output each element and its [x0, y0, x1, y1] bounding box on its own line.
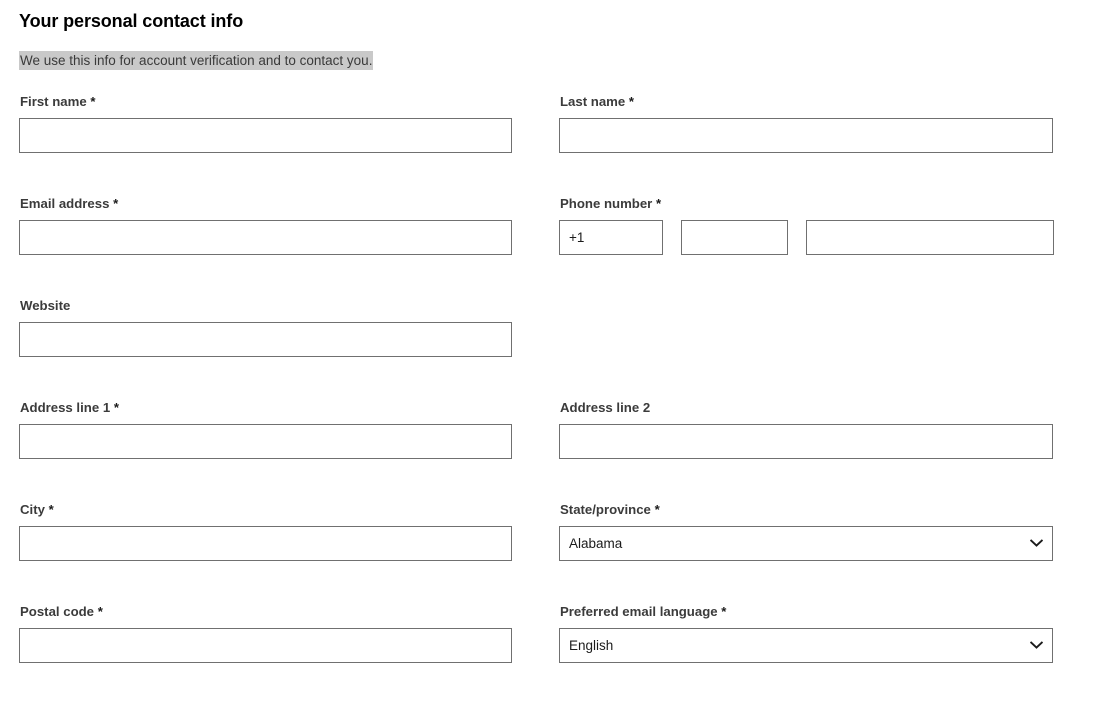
field-email-address-label: Email address *	[20, 195, 512, 212]
field-city-label: City *	[20, 501, 512, 518]
state-province-select[interactable]: Alabama	[559, 526, 1053, 561]
email-address-input[interactable]	[19, 220, 512, 255]
contact-info-form: Your personal contact info We use this i…	[0, 0, 1099, 713]
field-city-label-text: City	[20, 502, 45, 517]
required-asterisk: *	[656, 196, 662, 211]
field-first-name: First name *	[19, 93, 512, 153]
website-input[interactable]	[19, 322, 512, 357]
phone-number-group	[559, 220, 1054, 255]
field-postal-code: Postal code *	[19, 603, 512, 663]
field-website-label-text: Website	[20, 298, 71, 313]
field-phone-number: Phone number *	[559, 195, 1054, 255]
field-address-line-1-label-text: Address line 1	[20, 400, 111, 415]
field-website: Website	[19, 297, 512, 357]
field-preferred-email-language: Preferred email language * English	[559, 603, 1053, 663]
postal-code-input[interactable]	[19, 628, 512, 663]
field-email-address: Email address *	[19, 195, 512, 255]
field-phone-number-label-text: Phone number	[560, 196, 653, 211]
address-line-2-input[interactable]	[559, 424, 1053, 459]
field-preferred-email-language-label: Preferred email language *	[560, 603, 1053, 620]
required-asterisk: *	[97, 604, 103, 619]
field-first-name-label: First name *	[20, 93, 512, 110]
required-asterisk: *	[113, 400, 119, 415]
address-line-1-input[interactable]	[19, 424, 512, 459]
field-address-line-1: Address line 1 *	[19, 399, 512, 459]
field-city: City *	[19, 501, 512, 561]
required-asterisk: *	[628, 94, 635, 109]
phone-line-number-input[interactable]	[806, 220, 1054, 255]
phone-area-code-input[interactable]	[681, 220, 788, 255]
field-phone-number-label: Phone number *	[560, 195, 1053, 212]
required-asterisk: *	[90, 94, 96, 109]
field-last-name-label-text: Last name	[560, 94, 626, 109]
field-preferred-email-language-label-text: Preferred email language	[560, 604, 718, 619]
field-state-province-label-text: State/province	[560, 502, 651, 517]
field-postal-code-label-text: Postal code	[20, 604, 95, 619]
phone-country-code-input[interactable]	[559, 220, 663, 255]
field-website-label: Website	[20, 297, 512, 314]
field-state-province-label: State/province *	[560, 501, 1053, 518]
preferred-email-language-select-value[interactable]: English	[559, 628, 1053, 663]
page-title: Your personal contact info	[19, 11, 244, 31]
field-address-line-2-label: Address line 2	[560, 399, 1053, 416]
state-province-select-value[interactable]: Alabama	[559, 526, 1053, 561]
city-input[interactable]	[19, 526, 512, 561]
field-postal-code-label: Postal code *	[20, 603, 512, 620]
required-asterisk: *	[721, 604, 727, 619]
required-asterisk: *	[113, 196, 119, 211]
first-name-input[interactable]	[19, 118, 512, 153]
required-asterisk: *	[654, 502, 660, 517]
field-email-address-label-text: Email address	[20, 196, 110, 211]
required-asterisk: *	[48, 502, 54, 517]
last-name-input[interactable]	[559, 118, 1053, 153]
field-last-name: Last name *	[559, 93, 1053, 153]
field-address-line-2: Address line 2	[559, 399, 1053, 459]
form-description: We use this info for account verificatio…	[19, 51, 374, 70]
field-address-line-2-label-text: Address line 2	[560, 400, 651, 415]
field-first-name-label-text: First name	[20, 94, 87, 109]
preferred-email-language-select[interactable]: English	[559, 628, 1053, 663]
field-last-name-label: Last name *	[560, 93, 1053, 110]
field-address-line-1-label: Address line 1 *	[20, 399, 512, 416]
field-state-province: State/province * Alabama	[559, 501, 1053, 561]
